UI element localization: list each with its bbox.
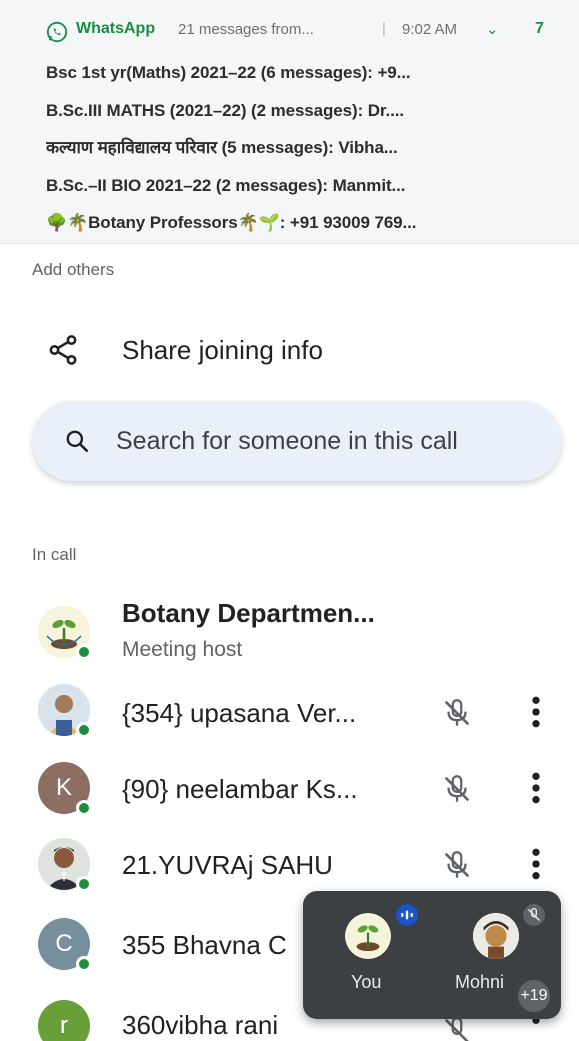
notification-time: 9:02 AM — [402, 21, 458, 38]
participant-name: Botany Departmen... — [122, 598, 375, 628]
participant-name: {90} neelambar Ks... — [122, 774, 358, 804]
notification-lines: Bsc 1st yr(Maths) 2021–22 (6 messages): … — [46, 58, 566, 246]
more-options-icon[interactable] — [522, 844, 550, 884]
online-indicator — [76, 876, 92, 892]
profile-photo-icon — [473, 913, 519, 959]
participant-role: Meeting host — [122, 638, 243, 661]
in-call-heading: In call — [32, 545, 77, 564]
avatar — [38, 684, 92, 738]
online-indicator — [76, 800, 92, 816]
notification-summary: 21 messages from... — [178, 21, 314, 38]
speaking-indicator-icon — [396, 904, 418, 926]
avatar — [38, 838, 92, 892]
notification-app-name: WhatsApp — [76, 20, 156, 37]
other-avatar — [473, 913, 519, 959]
participant-row[interactable]: {354} upasana Ver... — [0, 672, 579, 752]
notification-line: 🌳🌴Botany Professors🌴🌱: +91 93009 769... — [46, 213, 417, 232]
notification-line: कल्याण महाविद्यालय परिवार (5 messages): … — [46, 138, 398, 157]
mic-off-icon — [444, 851, 470, 878]
more-options-icon[interactable] — [522, 768, 550, 808]
participant-name: 355 Bhavna C — [122, 930, 287, 960]
online-indicator — [76, 956, 92, 972]
self-avatar — [345, 913, 391, 959]
avatar: K — [38, 762, 92, 816]
share-joining-info-button[interactable]: Share joining info — [0, 315, 579, 385]
botany-logo-icon — [345, 913, 391, 959]
self-view-tile[interactable]: You Mohni +19 — [303, 891, 561, 1019]
participant-name: 21.YUVRAj SAHU — [122, 850, 333, 880]
mic-off-icon — [444, 775, 470, 802]
chevron-down-icon[interactable]: ⌄ — [486, 20, 499, 38]
notification-line: B.Sc.–II BIO 2021–22 (2 messages): Manmi… — [46, 175, 406, 195]
more-participants-badge[interactable]: +19 — [516, 978, 552, 1014]
avatar-letter: r — [38, 1000, 90, 1041]
notification-count: 7 — [535, 20, 544, 37]
participant-search[interactable] — [32, 401, 562, 481]
online-indicator — [76, 722, 92, 738]
mic-off-icon — [444, 699, 470, 726]
participant-row[interactable]: K {90} neelambar Ks... — [0, 752, 579, 832]
notification-separator: | — [382, 20, 386, 37]
share-joining-info-label: Share joining info — [122, 335, 323, 365]
avatar: C — [38, 918, 92, 972]
whatsapp-notification[interactable]: WhatsApp 21 messages from... | 9:02 AM ⌄… — [0, 0, 579, 244]
participant-name: 360vibha rani — [122, 1010, 279, 1040]
notification-line: Bsc 1st yr(Maths) 2021–22 (6 messages): … — [46, 63, 411, 82]
search-input[interactable] — [116, 421, 536, 461]
search-icon — [66, 430, 89, 453]
self-label: You — [351, 972, 382, 992]
share-icon — [49, 335, 77, 365]
add-others-heading: Add others — [32, 260, 115, 279]
avatar — [38, 606, 92, 660]
participant-name: {354} upasana Ver... — [122, 698, 357, 728]
avatar: r — [38, 1000, 90, 1041]
mic-off-icon — [523, 904, 545, 926]
other-label: Mohni — [455, 972, 505, 992]
online-indicator — [76, 644, 92, 660]
participant-row-host[interactable]: Botany Departmen... Meeting host — [0, 592, 579, 672]
notification-line: B.Sc.III MATHS (2021–22) (2 messages): D… — [46, 100, 404, 120]
more-options-icon[interactable] — [522, 692, 550, 732]
whatsapp-icon — [46, 21, 68, 43]
